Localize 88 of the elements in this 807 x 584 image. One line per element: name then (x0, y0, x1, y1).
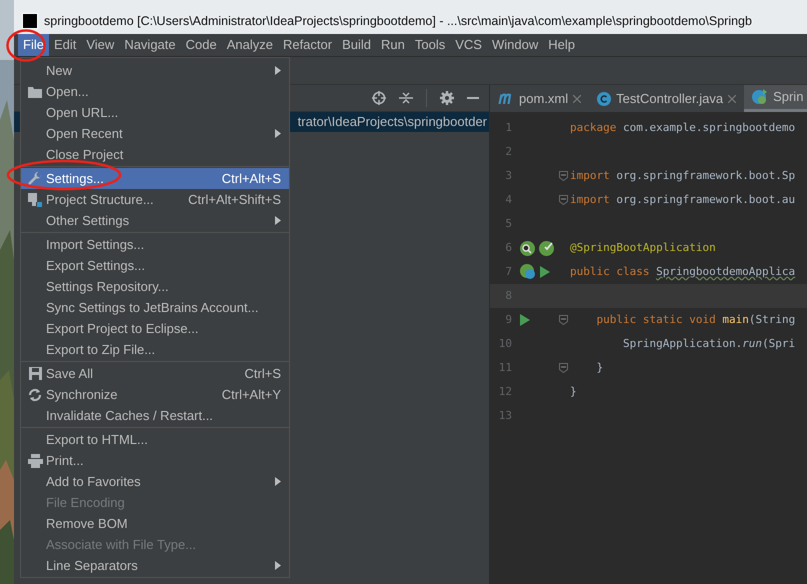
line-number: 10 (498, 336, 512, 352)
menu-bar-item[interactable]: Navigate (119, 34, 181, 56)
menu-bar-item[interactable]: Build (337, 34, 376, 56)
menu-bar-item[interactable]: View (81, 34, 120, 56)
menu-item[interactable]: Close Project (21, 144, 289, 165)
line-number: 11 (498, 360, 512, 376)
menu-item[interactable]: Open... (21, 81, 289, 102)
submenu-arrow-icon (275, 129, 281, 138)
line-number: 6 (504, 240, 512, 256)
close-icon[interactable] (728, 94, 736, 102)
line-number: 7 (504, 264, 512, 280)
app-logo-icon (22, 13, 38, 29)
folder-icon (28, 86, 42, 98)
code-line: public class SpringbootdemoApplica (570, 264, 796, 280)
structure-icon (28, 192, 42, 206)
line-number: 12 (498, 384, 512, 400)
menu-bar-item[interactable]: Refactor (278, 34, 338, 56)
menu-bar-item[interactable]: Window (486, 34, 544, 56)
menu-item[interactable]: Import Settings... (21, 234, 289, 255)
bean-check-icon[interactable] (539, 240, 554, 256)
editor-tab[interactable]: pom.xml (490, 85, 590, 112)
menu-item[interactable]: New (21, 60, 289, 81)
menu-item[interactable]: Remove BOM (21, 513, 289, 534)
editor-tab[interactable]: TestController.java (589, 85, 744, 112)
wrench-icon (28, 171, 42, 186)
code-line: import org.springframework.boot.Sp (570, 168, 796, 184)
menu-bar-item[interactable]: Tools (410, 34, 450, 56)
menu-item[interactable]: Settings... Ctrl+Alt+S (21, 168, 289, 189)
line-number: 9 (504, 312, 512, 328)
menu-item[interactable]: Invalidate Caches / Restart... (21, 405, 289, 426)
settings-icon[interactable] (440, 91, 454, 105)
menu-item[interactable]: Project Structure... Ctrl+Alt+Shift+S (21, 189, 289, 210)
fold-marker-icon[interactable] (558, 363, 568, 373)
code-line: import org.springframework.boot.au (570, 192, 796, 208)
menu-bar-item[interactable]: VCS (450, 34, 487, 56)
menu-item[interactable]: Other Settings (21, 210, 289, 231)
menu-item[interactable]: Export Project to Eclipse... (21, 318, 289, 339)
menu-item[interactable]: Export to HTML... (21, 429, 289, 450)
menu-bar-item[interactable]: Analyze (222, 34, 278, 56)
menu-bar-item[interactable]: File (18, 34, 49, 56)
run-icon[interactable] (540, 266, 550, 278)
code-line: } (595, 360, 604, 376)
code-line: @SpringBootApplication (570, 240, 716, 256)
menu-item[interactable]: Synchronize Ctrl+Alt+Y (21, 384, 289, 405)
line-number: 5 (504, 216, 512, 232)
menu-item[interactable]: Settings Repository... (21, 276, 289, 297)
maven-icon (498, 93, 514, 104)
annotation-circle (6, 29, 46, 62)
menu-item[interactable]: Sync Settings to JetBrains Account... (21, 297, 289, 318)
line-number: 3 (504, 168, 512, 184)
fold-marker-icon[interactable] (558, 195, 568, 205)
fold-marker-icon[interactable] (558, 171, 568, 181)
menu-item[interactable]: Save All Ctrl+S (21, 363, 289, 384)
close-icon[interactable] (573, 94, 582, 102)
code-line: package com.example.springbootdemo (570, 120, 796, 136)
line-number: 4 (504, 192, 512, 208)
menu-item[interactable]: Export Settings... (21, 255, 289, 276)
window-title: springbootdemo [C:\Users\Administrator\IdeaProjects\springbootdemo] - ...\src\main\java\com\example\springbootdemo\Springb (44, 12, 752, 30)
menu-bar-item[interactable]: Help (543, 34, 580, 56)
menu-item[interactable]: Export to Zip File... (21, 339, 289, 360)
line-number: 13 (498, 408, 512, 424)
locate-icon[interactable] (372, 91, 386, 105)
submenu-arrow-icon (275, 477, 281, 486)
menu-item[interactable]: Open Recent (21, 123, 289, 144)
code-line: } (570, 384, 577, 400)
menu-item[interactable]: Open URL... (21, 102, 289, 123)
line-number: 2 (504, 144, 512, 160)
menu-item[interactable]: Print... (21, 450, 289, 471)
bean-search-icon[interactable] (520, 240, 535, 256)
line-number: 1 (504, 120, 512, 136)
submenu-arrow-icon (275, 66, 281, 75)
menu-bar-item[interactable]: Code (180, 34, 222, 56)
fold-marker-icon[interactable] (558, 315, 568, 325)
spring-class-icon (752, 89, 768, 105)
class-icon (597, 92, 612, 106)
run-icon[interactable] (520, 314, 530, 326)
menu-bar-item[interactable]: Edit (48, 34, 82, 56)
sync-icon (28, 388, 42, 402)
collapse-icon[interactable] (399, 92, 413, 104)
code-line: public static void main(String (595, 312, 796, 328)
submenu-arrow-icon (275, 561, 281, 570)
menu-bar-item[interactable]: Run (376, 34, 410, 56)
menu-item[interactable]: Add to Favorites (21, 471, 289, 492)
code-line: SpringApplication.run(Spri (622, 336, 796, 352)
printer-icon (28, 454, 42, 468)
editor-tab[interactable]: Sprin (744, 85, 807, 112)
submenu-arrow-icon (275, 216, 281, 225)
menu-item[interactable]: Line Separators (21, 555, 289, 576)
